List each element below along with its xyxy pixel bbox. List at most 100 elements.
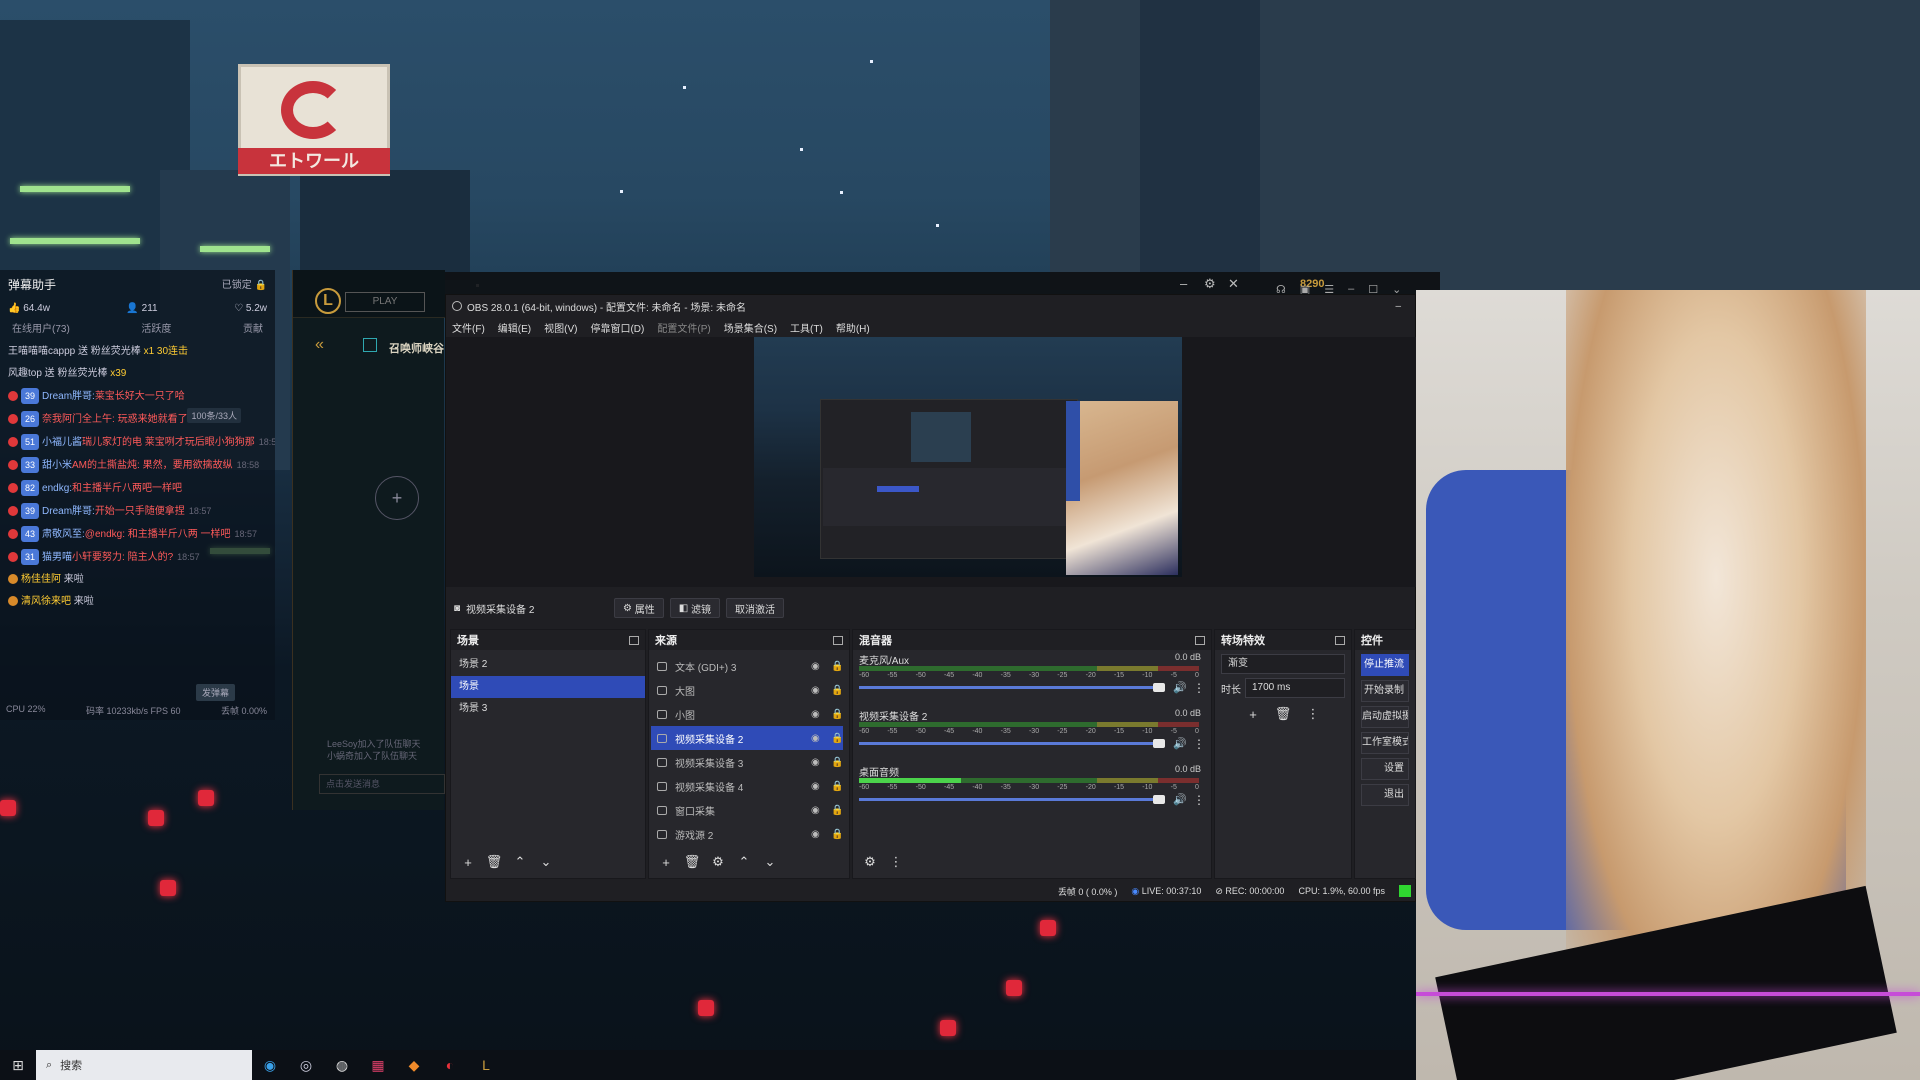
more-icon[interactable]: ⋮ (1193, 793, 1205, 807)
more-icon[interactable]: ⋮ (885, 852, 907, 872)
source-item[interactable]: 视频采集设备 3 ◉ 🔒 (651, 750, 843, 774)
undock-icon[interactable] (1195, 635, 1205, 645)
volume-fader-handle[interactable] (1153, 683, 1165, 692)
menu-tools[interactable]: 工具(T) (790, 320, 823, 335)
add-player-button[interactable]: + (375, 476, 419, 520)
add-icon[interactable]: + (457, 852, 479, 872)
lock-icon[interactable]: 🔒 (831, 733, 843, 744)
visibility-icon[interactable]: ◉ (811, 685, 820, 696)
menu-docks[interactable]: 停靠窗口(D) (590, 320, 644, 335)
visibility-icon[interactable]: ◉ (811, 829, 820, 840)
tab-activity[interactable]: 活跃度 (141, 320, 171, 335)
properties-button[interactable]: ⚙ 属性 (614, 598, 664, 618)
obs-icon[interactable]: ◍ (324, 1050, 360, 1080)
menu-profile[interactable]: 配置文件(P) (657, 320, 710, 335)
minimize-icon[interactable]: – (1395, 301, 1401, 312)
move-down-icon[interactable]: ⌄ (535, 852, 557, 872)
lock-toggle[interactable]: 已锁定 🔒 (222, 276, 267, 293)
transition-select[interactable]: 渐变 (1221, 654, 1345, 674)
menu-edit[interactable]: 编辑(E) (498, 320, 531, 335)
trash-icon[interactable]: 🗑 (681, 852, 703, 872)
send-danmaku-button[interactable]: 发弹幕 (195, 684, 235, 701)
source-item[interactable]: 大图 ◉ 🔒 (651, 678, 843, 702)
scene-item[interactable]: 场景 3 (451, 698, 645, 720)
tab-online-users[interactable]: 在线用户(73) (12, 320, 70, 335)
gear-icon[interactable]: ⚙ (707, 852, 729, 872)
more-icon[interactable]: ⋮ (1193, 737, 1205, 751)
menu-scene-collection[interactable]: 场景集合(S) (724, 320, 777, 335)
edge-icon[interactable]: ◉ (252, 1050, 288, 1080)
move-down-icon[interactable]: ⌄ (759, 852, 781, 872)
app-icon[interactable]: ▦ (360, 1050, 396, 1080)
play-button[interactable]: PLAY (345, 292, 425, 312)
lock-icon[interactable]: 🔒 (831, 709, 843, 720)
visibility-icon[interactable]: ◉ (811, 709, 820, 720)
stop-streaming-button[interactable]: 停止推流 (1361, 654, 1409, 676)
add-icon[interactable]: + (655, 852, 677, 872)
start-virtual-camera-button[interactable]: 启动虚拟摄像机 (1361, 706, 1409, 728)
lock-icon[interactable]: 🔒 (831, 757, 843, 768)
visibility-icon[interactable]: ◉ (811, 733, 820, 744)
start-recording-button[interactable]: 开始录制 (1361, 680, 1409, 702)
deactivate-button[interactable]: 取消激活 (725, 598, 784, 618)
undock-icon[interactable] (1335, 635, 1345, 645)
app-icon[interactable]: ◐ (432, 1050, 468, 1080)
lock-icon[interactable]: 🔒 (831, 661, 843, 672)
source-item[interactable]: 小图 ◉ 🔒 (651, 702, 843, 726)
tab-contribution[interactable]: 贡献 (243, 320, 263, 335)
source-item[interactable]: 游戏源 2 ◉ 🔒 (651, 822, 843, 846)
program-preview[interactable] (754, 337, 1182, 577)
volume-fader-handle[interactable] (1153, 739, 1165, 748)
visibility-icon[interactable]: ◉ (811, 757, 820, 768)
volume-fader[interactable] (859, 742, 1159, 745)
windows-start-icon[interactable]: ⊞ (0, 1050, 36, 1080)
source-item[interactable]: 文本 (GDI+) 3 ◉ 🔒 (651, 654, 843, 678)
settings-button[interactable]: 设置 (1361, 758, 1409, 780)
menu-view[interactable]: 视图(V) (544, 320, 577, 335)
add-icon[interactable]: + (1242, 704, 1264, 724)
close-icon[interactable]: ✕ (1228, 276, 1239, 292)
studio-mode-button[interactable]: 工作室模式 (1361, 732, 1409, 754)
scenes-list: 场景 2 场景 场景 3 (451, 650, 645, 724)
back-arrow-icon[interactable]: « (315, 336, 324, 354)
gear-icon[interactable]: ⚙ (1204, 276, 1216, 292)
app-icon[interactable]: ◆ (396, 1050, 432, 1080)
menu-file[interactable]: 文件(F) (452, 320, 485, 335)
exit-button[interactable]: 退出 (1361, 784, 1409, 806)
source-item[interactable]: 视频采集设备 4 ◉ 🔒 (651, 774, 843, 798)
more-icon[interactable]: ⋮ (1302, 704, 1324, 724)
speaker-icon[interactable]: 🔊 (1173, 737, 1187, 750)
minimize-icon[interactable]: – (1180, 276, 1187, 291)
scene-item[interactable]: 场景 2 (451, 654, 645, 676)
trash-icon[interactable]: 🗑 (483, 852, 505, 872)
source-item[interactable]: 窗口采集 ◉ 🔒 (651, 798, 843, 822)
speaker-icon[interactable]: 🔊 (1173, 793, 1187, 806)
menu-help[interactable]: 帮助(H) (836, 320, 870, 335)
duration-input[interactable]: 1700 ms (1245, 678, 1345, 698)
volume-fader[interactable] (859, 686, 1159, 689)
trash-icon[interactable]: 🗑 (1272, 704, 1294, 724)
visibility-icon[interactable]: ◉ (811, 661, 820, 672)
advanced-audio-icon[interactable]: ⚙ (859, 852, 881, 872)
more-icon[interactable]: ⋮ (1193, 681, 1205, 695)
undock-icon[interactable] (833, 635, 843, 645)
undock-icon[interactable] (629, 635, 639, 645)
scene-item[interactable]: 场景 (451, 676, 645, 698)
lock-icon[interactable]: 🔒 (831, 805, 843, 816)
volume-fader-handle[interactable] (1153, 795, 1165, 804)
league-icon[interactable]: L (468, 1050, 504, 1080)
chat-input[interactable]: 点击发送消息 (319, 774, 445, 794)
source-item[interactable]: 视频采集设备 2 ◉ 🔒 (651, 726, 843, 750)
lock-icon[interactable]: 🔒 (831, 829, 843, 840)
lock-icon[interactable]: 🔒 (831, 781, 843, 792)
speaker-icon[interactable]: 🔊 (1173, 681, 1187, 694)
visibility-icon[interactable]: ◉ (811, 805, 820, 816)
taskbar-search[interactable]: ⌕ 搜索 (36, 1050, 252, 1080)
visibility-icon[interactable]: ◉ (811, 781, 820, 792)
steam-icon[interactable]: ◎ (288, 1050, 324, 1080)
lock-icon[interactable]: 🔒 (831, 685, 843, 696)
move-up-icon[interactable]: ⌃ (509, 852, 531, 872)
move-up-icon[interactable]: ⌃ (733, 852, 755, 872)
filters-button[interactable]: ◧ 滤镜 (669, 598, 720, 618)
volume-fader[interactable] (859, 798, 1159, 801)
